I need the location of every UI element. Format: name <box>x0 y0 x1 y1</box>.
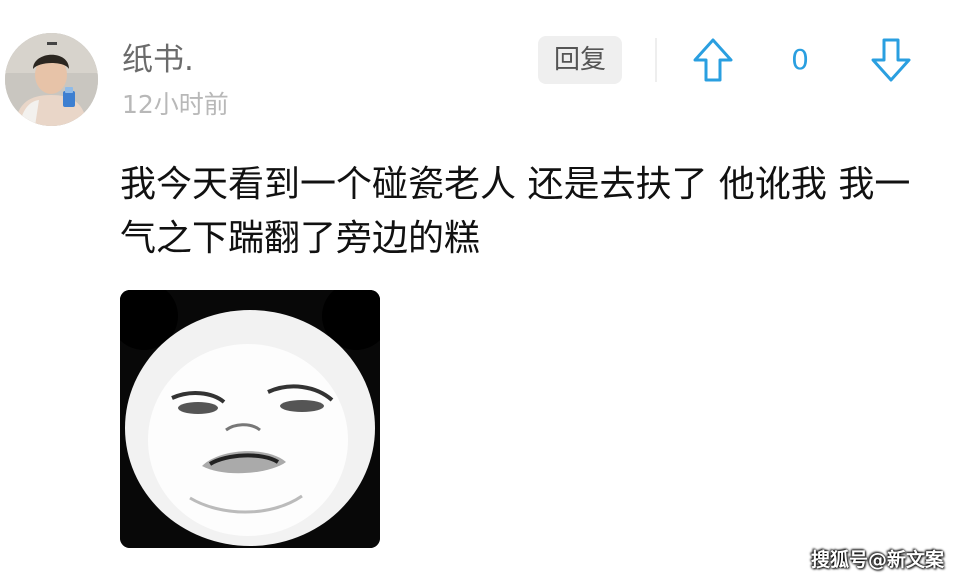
divider <box>655 38 657 82</box>
arrow-down-icon[interactable] <box>870 37 912 83</box>
vote-count: 0 <box>791 43 809 76</box>
comment-text: 我今天看到一个碰瓷老人 还是去扶了 他讹我 我一气之下踹翻了旁边的糕 <box>120 164 911 259</box>
watermark: 搜狐号@新文案 <box>810 549 944 571</box>
username[interactable]: 纸书. <box>122 38 194 82</box>
comment-timestamp: 12小时前 <box>122 90 229 119</box>
arrow-up-icon[interactable] <box>692 37 734 83</box>
avatar[interactable] <box>5 33 98 126</box>
meme-image[interactable] <box>120 290 380 548</box>
reply-button[interactable]: 回复 <box>538 36 622 84</box>
